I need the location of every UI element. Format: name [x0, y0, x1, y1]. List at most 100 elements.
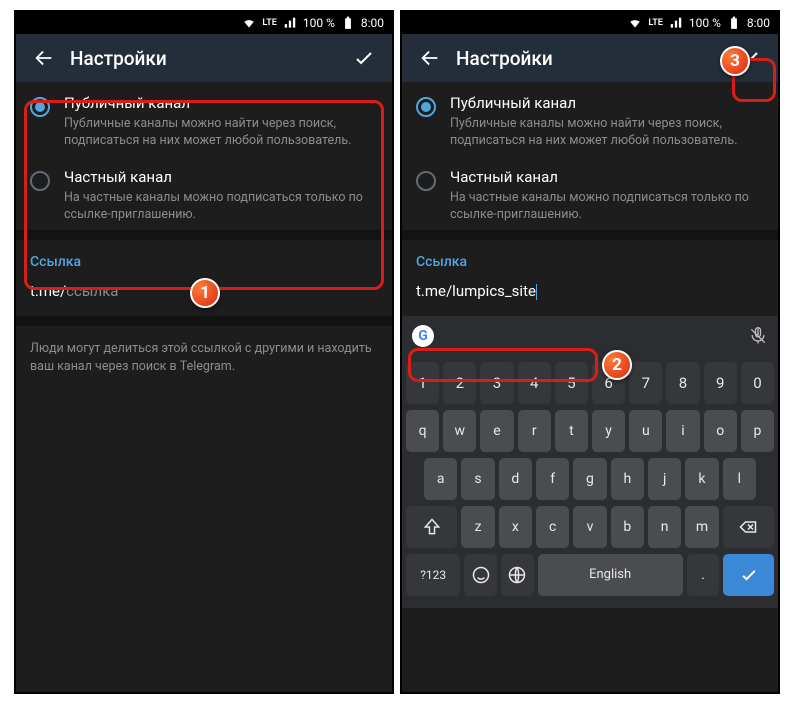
key-k[interactable]: k [685, 458, 718, 500]
link-hint: Люди могут делиться этой ссылкой с други… [16, 316, 392, 390]
app-header: Настройки [402, 34, 778, 82]
clock-label: 8:00 [747, 16, 770, 30]
clock-label: 8:00 [361, 16, 384, 30]
confirm-button[interactable] [344, 38, 384, 78]
settings-body: Публичный канал Публичные каналы можно н… [402, 82, 778, 692]
key-8[interactable]: 8 [666, 362, 699, 404]
key-u[interactable]: u [629, 410, 662, 452]
link-placeholder: ссылка [66, 282, 118, 300]
key-5[interactable]: 5 [555, 362, 588, 404]
key-s[interactable]: s [461, 458, 494, 500]
status-bar: LTE 100 % 8:00 [16, 12, 392, 34]
key-z[interactable]: z [461, 506, 494, 548]
key-w[interactable]: w [443, 410, 476, 452]
screenshot-left: LTE 100 % 8:00 Настройки Публичный канал… [14, 10, 394, 694]
radio-unselected-icon [30, 171, 50, 191]
link-input[interactable]: t.me/lumpics_site [402, 278, 778, 316]
key-g[interactable]: g [573, 458, 606, 500]
key-o[interactable]: o [704, 410, 737, 452]
key-t[interactable]: t [555, 410, 588, 452]
option-description: Публичные каналы можно найти через поиск… [64, 116, 378, 150]
google-icon[interactable]: G [412, 325, 434, 347]
keyboard-row-1: qwertyuiop [406, 410, 774, 452]
radio-selected-icon [30, 97, 50, 117]
wifi-icon [242, 16, 256, 30]
battery-icon [727, 16, 741, 30]
backspace-key[interactable] [723, 506, 774, 548]
key-1[interactable]: 1 [406, 362, 439, 404]
key-p[interactable]: p [741, 410, 774, 452]
key-f[interactable]: f [536, 458, 569, 500]
key-m[interactable]: m [685, 506, 718, 548]
mic-off-icon[interactable] [748, 326, 768, 346]
section-divider [402, 230, 778, 240]
keyboard-suggestion-bar: G [402, 316, 778, 356]
key-7[interactable]: 7 [629, 362, 662, 404]
key-a[interactable]: a [424, 458, 457, 500]
status-bar: LTE 100 % 8:00 [402, 12, 778, 34]
keyboard-row-2: asdfghjkl [406, 458, 774, 500]
key-l[interactable]: l [723, 458, 756, 500]
app-header: Настройки [16, 34, 392, 82]
key-e[interactable]: e [480, 410, 513, 452]
key-b[interactable]: b [611, 506, 644, 548]
back-button[interactable] [24, 38, 64, 78]
key-v[interactable]: v [573, 506, 606, 548]
settings-body: Публичный канал Публичные каналы можно н… [16, 82, 392, 692]
option-public-channel[interactable]: Публичный канал Публичные каналы можно н… [402, 82, 778, 156]
network-label: LTE [262, 18, 276, 28]
space-key[interactable]: English [538, 554, 683, 596]
page-title: Настройки [456, 47, 730, 70]
key-q[interactable]: q [406, 410, 439, 452]
key-0[interactable]: 0 [741, 362, 774, 404]
radio-unselected-icon [416, 171, 436, 191]
emoji-key[interactable] [464, 554, 497, 596]
option-label: Частный канал [450, 168, 764, 186]
signal-icon [283, 16, 297, 30]
key-c[interactable]: c [536, 506, 569, 548]
key-y[interactable]: y [592, 410, 625, 452]
key-2[interactable]: 2 [443, 362, 476, 404]
key-n[interactable]: n [648, 506, 681, 548]
keyboard-row-numbers: 1234567890 [406, 362, 774, 404]
signal-icon [669, 16, 683, 30]
key-4[interactable]: 4 [518, 362, 551, 404]
key-9[interactable]: 9 [704, 362, 737, 404]
link-input[interactable]: t.me/ссылка [16, 278, 392, 316]
link-value: lumpics_site [452, 282, 536, 300]
link-section-label: Ссылка [16, 240, 392, 278]
option-description: На частные каналы можно подписаться толь… [64, 190, 378, 224]
keyboard-row-3: zxcvbnm [406, 506, 774, 548]
network-label: LTE [648, 18, 662, 28]
option-description: Публичные каналы можно найти через поиск… [450, 116, 764, 150]
back-button[interactable] [410, 38, 450, 78]
option-description: На частные каналы можно подписаться толь… [450, 190, 764, 224]
key-i[interactable]: i [666, 410, 699, 452]
link-prefix: t.me/ [416, 282, 452, 300]
enter-key[interactable] [723, 554, 774, 596]
radio-selected-icon [416, 97, 436, 117]
symbols-key[interactable]: ?123 [406, 554, 460, 596]
text-cursor [536, 284, 537, 300]
key-j[interactable]: j [648, 458, 681, 500]
key-6[interactable]: 6 [592, 362, 625, 404]
key-h[interactable]: h [611, 458, 644, 500]
key-x[interactable]: x [499, 506, 532, 548]
keyboard-row-bottom: ?123 English . [406, 554, 774, 596]
screenshot-right: LTE 100 % 8:00 Настройки Публичный канал… [400, 10, 780, 694]
key-3[interactable]: 3 [480, 362, 513, 404]
link-prefix: t.me/ [30, 282, 66, 300]
option-private-channel[interactable]: Частный канал На частные каналы можно по… [402, 156, 778, 230]
key-r[interactable]: r [518, 410, 551, 452]
battery-label: 100 % [303, 16, 335, 30]
option-private-channel[interactable]: Частный канал На частные каналы можно по… [16, 156, 392, 230]
language-key[interactable] [501, 554, 534, 596]
page-title: Настройки [70, 47, 344, 70]
shift-key[interactable] [406, 506, 457, 548]
confirm-button[interactable] [730, 38, 770, 78]
key-d[interactable]: d [499, 458, 532, 500]
wifi-icon [628, 16, 642, 30]
on-screen-keyboard: 1234567890 qwertyuiop asdfghjkl zxcvbnm … [402, 356, 778, 608]
option-public-channel[interactable]: Публичный канал Публичные каналы можно н… [16, 82, 392, 156]
period-key[interactable]: . [687, 554, 720, 596]
